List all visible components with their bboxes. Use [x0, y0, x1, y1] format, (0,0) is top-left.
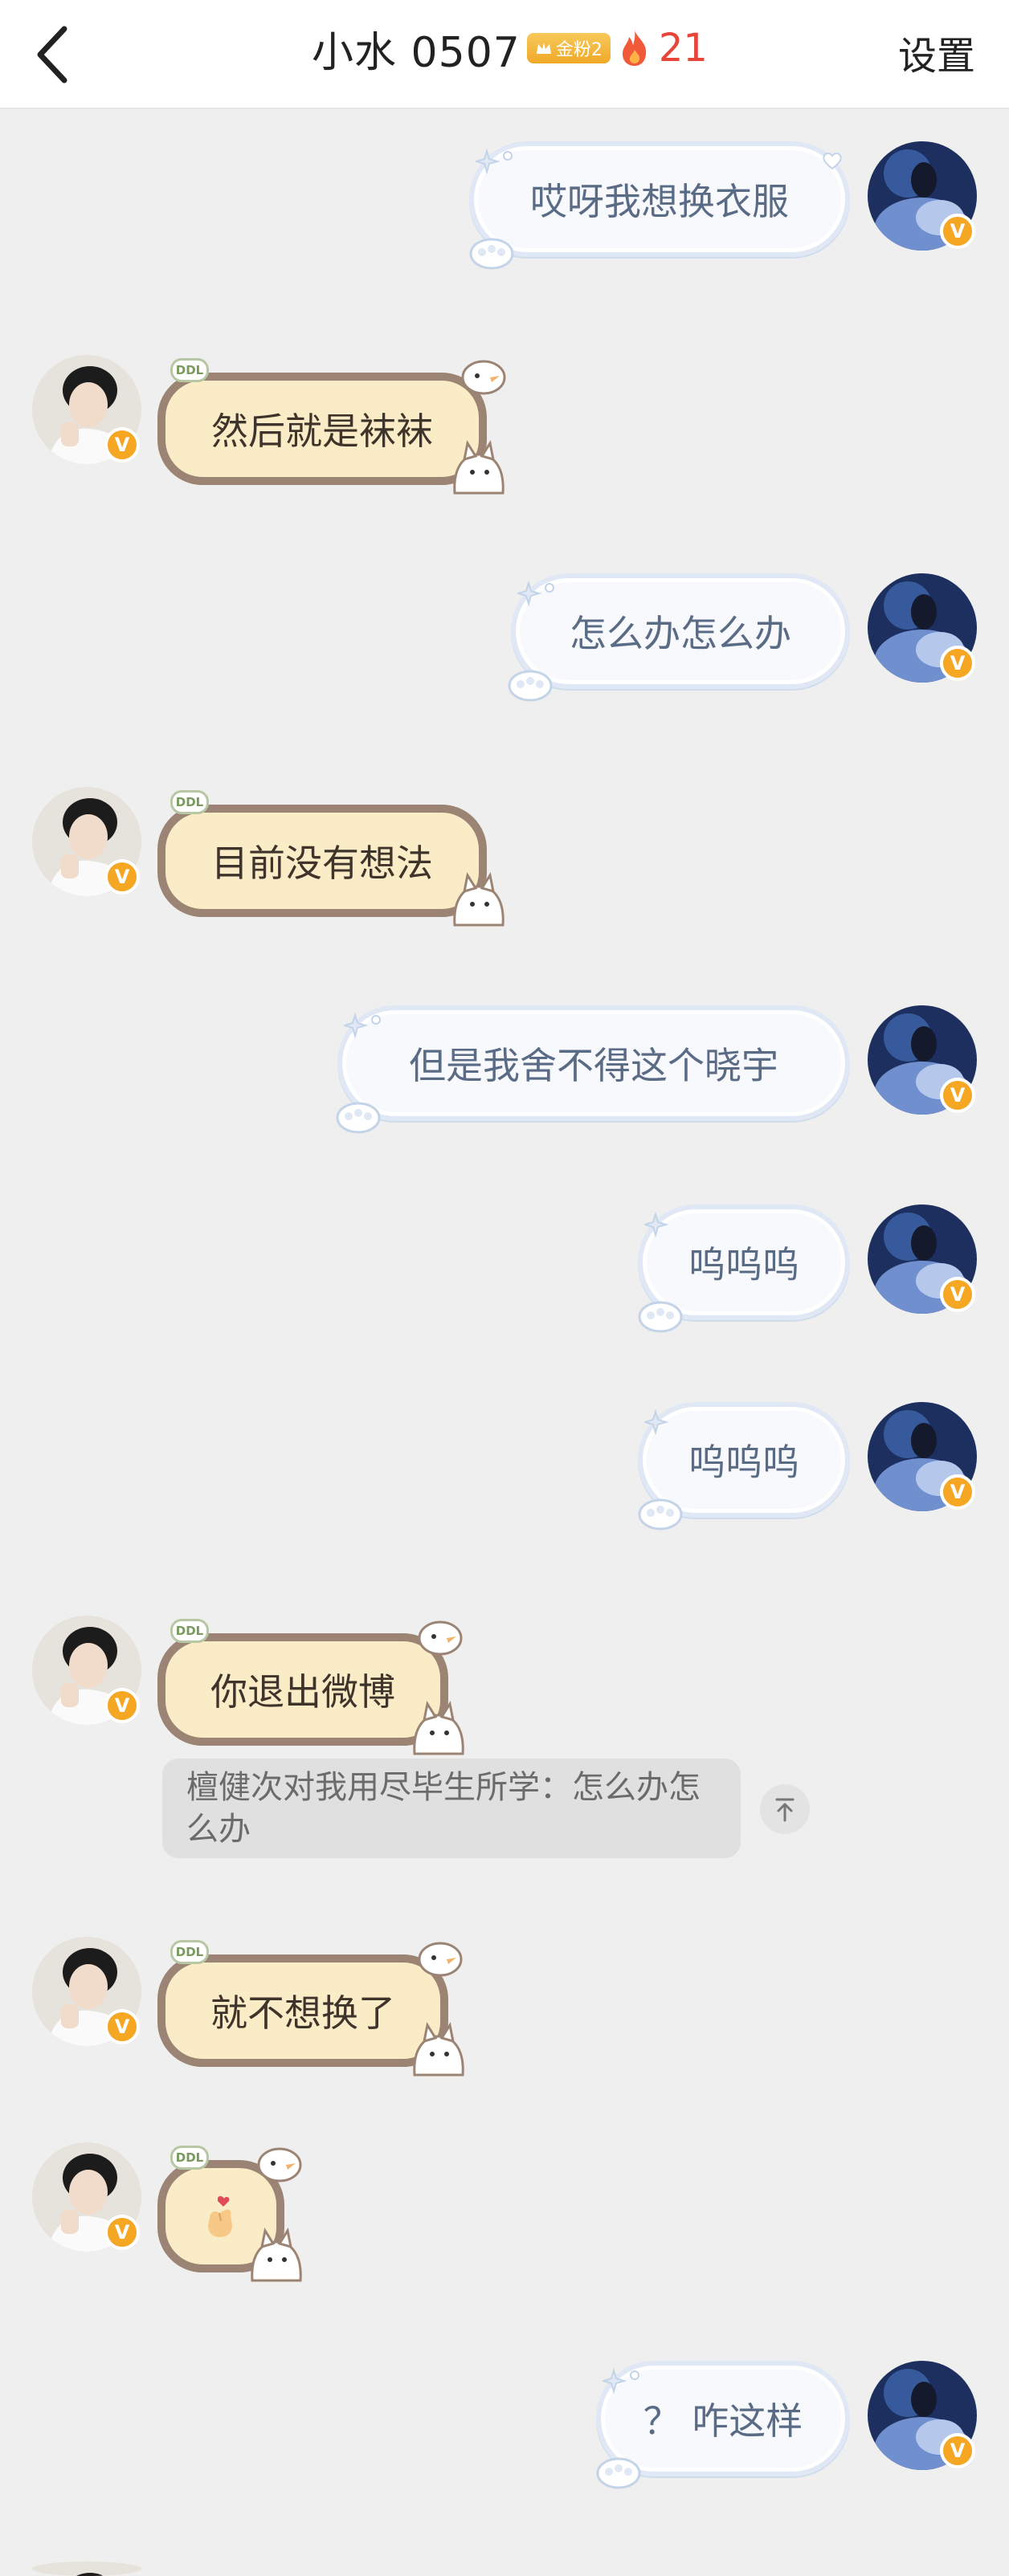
bird-icon — [461, 360, 506, 395]
settings-button[interactable]: 设置 — [898, 24, 975, 80]
bubble-tag: DDL — [170, 1940, 209, 1964]
verified-badge: V — [104, 2215, 140, 2250]
chat-header: 小水 0507 金粉2 21 设置 — [0, 0, 1009, 109]
message-bubble[interactable]: 然后就是袜袜 — [157, 373, 487, 485]
cat-icon — [413, 2022, 464, 2077]
fire-icon — [622, 31, 647, 66]
chat-title: 小水 0507 — [312, 28, 521, 77]
fan-level-badge: 金粉2 — [526, 33, 611, 63]
arrow-up-icon — [775, 1798, 795, 1822]
cat-icon — [453, 872, 504, 927]
message-text: 就不想换了 — [210, 1991, 395, 2035]
paw-icon — [508, 670, 553, 702]
paw-icon — [596, 2457, 641, 2489]
message-bubble[interactable]: 哎呀我想换衣服 — [469, 141, 850, 257]
message-text: ？ 咋这样 — [643, 2399, 803, 2443]
paw-icon — [469, 238, 514, 270]
sparkle-icon — [517, 580, 554, 607]
message-bubble[interactable]: 就不想换了 — [157, 1954, 448, 2067]
verified-badge: V — [104, 859, 140, 895]
bubble-tag: DDL — [170, 1619, 209, 1643]
crown-icon — [536, 43, 551, 54]
cat-icon — [453, 440, 504, 495]
jump-to-quote-button[interactable] — [760, 1784, 810, 1834]
verified-badge: V — [940, 1277, 975, 1312]
bird-icon — [257, 2147, 302, 2183]
back-button[interactable] — [29, 22, 80, 87]
verified-badge: V — [940, 1078, 975, 1113]
message-bubble[interactable]: 但是我舍不得这个晓宇 — [337, 1005, 850, 1121]
chat-title-group: 小水 0507 金粉2 21 — [312, 19, 708, 77]
verified-badge: V — [940, 646, 975, 681]
sparkle-icon — [603, 2367, 639, 2395]
paw-icon — [638, 1498, 683, 1531]
message-text: 呜呜呜 — [688, 1441, 799, 1484]
message-bubble[interactable]: 目前没有想法 — [157, 805, 487, 917]
verified-badge: V — [104, 427, 140, 463]
message-text: 怎么办怎么办 — [570, 612, 791, 655]
paw-icon — [336, 1102, 381, 1134]
sparkle-icon — [644, 1408, 669, 1436]
bubble-tag: DDL — [170, 358, 209, 382]
quoted-message[interactable]: 檀健次对我用尽毕生所学：怎么办怎么办 — [162, 1759, 741, 1858]
quoted-message-text: 檀健次对我用尽毕生所学：怎么办怎么办 — [186, 1769, 701, 1848]
chevron-left-icon — [37, 26, 67, 84]
contact-avatar-partial[interactable] — [32, 2562, 141, 2576]
cat-icon — [413, 1701, 464, 1755]
bubble-tag: DDL — [170, 2146, 209, 2170]
message-text: 呜呜呜 — [688, 1243, 799, 1286]
sparkle-icon — [644, 1211, 669, 1238]
verified-badge: V — [940, 1474, 975, 1510]
message-bubble[interactable]: 你退出微博 — [157, 1633, 448, 1746]
heart-icon — [823, 153, 842, 170]
message-text: 哎呀我想换衣服 — [530, 180, 789, 223]
bird-icon — [418, 1620, 463, 1656]
fire-count: 21 — [658, 26, 708, 71]
sparkle-icon — [476, 148, 513, 175]
bubble-tag: DDL — [170, 790, 209, 814]
paw-icon — [638, 1301, 683, 1333]
verified-badge: V — [104, 2009, 140, 2044]
verified-badge: V — [104, 1688, 140, 1723]
fan-level-label: 金粉2 — [555, 40, 603, 60]
message-text: 你退出微博 — [210, 1670, 395, 1714]
message-text: 但是我舍不得这个晓宇 — [409, 1044, 778, 1087]
message-text: 然后就是袜袜 — [211, 410, 433, 453]
cat-icon — [251, 2228, 302, 2282]
message-text: 目前没有想法 — [211, 842, 433, 885]
verified-badge: V — [940, 214, 975, 249]
bird-icon — [418, 1942, 463, 1977]
verified-badge: V — [940, 2433, 975, 2468]
sparkle-icon — [344, 1012, 381, 1039]
finger-heart-emoji-icon — [208, 2196, 232, 2237]
